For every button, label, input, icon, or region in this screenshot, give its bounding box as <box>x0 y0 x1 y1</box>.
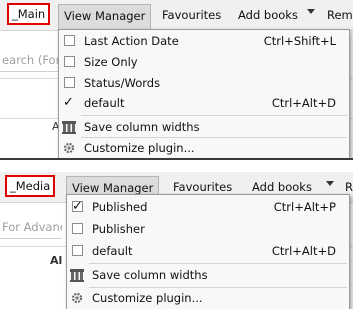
menu-separator <box>89 263 347 264</box>
menu-item-label: Save column widths <box>92 268 208 282</box>
menu-item-default[interactable]: default Ctrl+Alt+D <box>67 241 349 261</box>
gear-icon <box>71 292 83 304</box>
menu-item-label: Publisher <box>92 222 145 236</box>
checkbox[interactable] <box>64 77 75 88</box>
menu-item-default[interactable]: ✓ default Ctrl+Alt+D <box>59 93 349 113</box>
menu-item-label: Published <box>92 200 148 214</box>
menu-item-label: Status/Words <box>84 76 161 90</box>
menu-item-customize-plugin[interactable]: Customize plugin... <box>59 138 349 158</box>
main-library-panel: _Main View Manager Favourites Add books … <box>0 0 353 158</box>
menu-item-shortcut: Ctrl+Alt+P <box>273 200 336 214</box>
menu-item-shortcut: Ctrl+Alt+D <box>271 244 336 258</box>
checkmark-icon: ✓ <box>72 199 83 214</box>
media-library-button[interactable]: _Media <box>5 175 56 197</box>
checkbox[interactable] <box>72 245 83 256</box>
checkbox[interactable] <box>64 56 75 67</box>
menu-item-publisher[interactable]: Publisher <box>67 219 349 239</box>
menu-item-status-words[interactable]: Status/Words <box>59 73 349 93</box>
menu-item-label: Save column widths <box>84 120 200 134</box>
search-input[interactable]: earch (For <box>0 49 62 72</box>
menu-item-save-column-widths[interactable]: Save column widths <box>59 117 349 137</box>
menu-item-label: Customize plugin... <box>92 291 203 305</box>
remove-books-button[interactable]: Rem <box>322 4 353 26</box>
columns-icon <box>62 121 76 134</box>
add-books-dropdown-arrow-icon[interactable] <box>307 9 315 14</box>
menu-item-label: default <box>84 96 125 110</box>
view-manager-button[interactable]: View Manager <box>58 4 152 29</box>
menu-item-label: default <box>92 244 133 258</box>
checkmark-icon: ✓ <box>63 95 74 110</box>
checkbox[interactable] <box>64 35 75 46</box>
menu-item-published[interactable]: ✓ Published Ctrl+Alt+P <box>67 197 349 217</box>
add-books-dropdown-arrow-icon[interactable] <box>326 181 334 186</box>
view-manager-menu: Last Action Date Ctrl+Shift+L Size Only … <box>58 29 350 158</box>
menu-separator <box>81 115 347 116</box>
favourites-button[interactable]: Favourites <box>157 4 226 26</box>
main-library-button[interactable]: _Main <box>7 3 51 25</box>
view-manager-menu: ✓ Published Ctrl+Alt+P Publisher default… <box>66 194 350 309</box>
checkbox[interactable] <box>72 223 83 234</box>
menu-item-label: Last Action Date <box>84 34 179 48</box>
menu-item-size-only[interactable]: Size Only <box>59 52 349 72</box>
menu-item-label: Customize plugin... <box>84 141 195 155</box>
toolbar: _Main View Manager Favourites Add books … <box>0 0 353 31</box>
menu-item-customize-plugin[interactable]: Customize plugin... <box>67 288 349 308</box>
menu-item-last-action-date[interactable]: Last Action Date Ctrl+Shift+L <box>59 31 349 51</box>
menu-item-shortcut: Ctrl+Alt+D <box>271 96 336 110</box>
media-library-panel: _Media View Manager Favourites Add books… <box>0 158 353 309</box>
column-header-fragment: Al <box>50 254 63 267</box>
menu-item-label: Size Only <box>84 55 138 69</box>
add-books-button[interactable]: Add books <box>233 4 303 26</box>
columns-icon <box>70 269 84 282</box>
search-input[interactable]: For Advanc <box>0 216 62 239</box>
gear-icon <box>63 142 75 154</box>
menu-item-save-column-widths[interactable]: Save column widths <box>67 265 349 285</box>
menu-item-shortcut: Ctrl+Shift+L <box>263 34 336 48</box>
